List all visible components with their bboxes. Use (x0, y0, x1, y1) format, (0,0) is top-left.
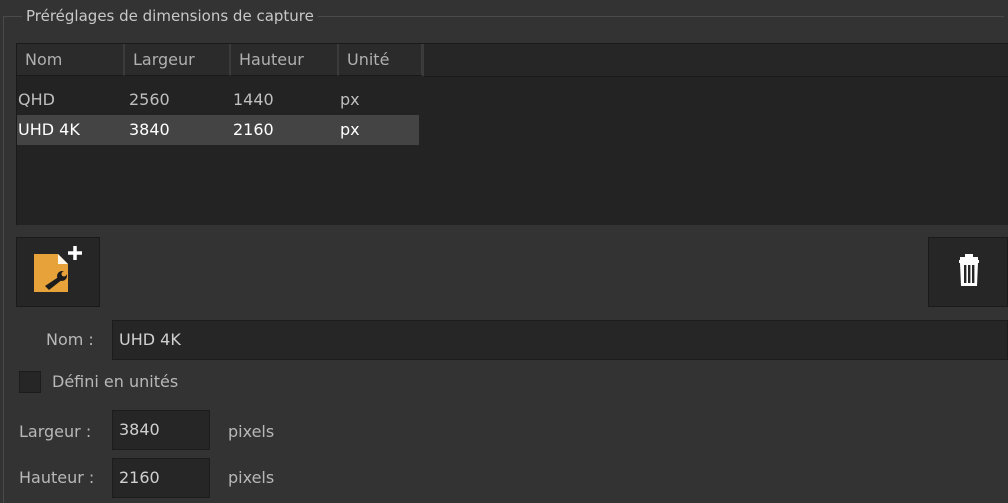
list-row-qhd[interactable]: QHD 2560 1440 px (17, 85, 419, 115)
cell-hauteur: 1440 (233, 90, 274, 109)
height-label: Hauteur : (19, 468, 95, 487)
add-preset-button[interactable] (16, 237, 100, 307)
presets-list[interactable]: Nom Largeur Hauteur Unité QHD 2560 1440 … (16, 43, 1008, 225)
column-header-nom[interactable]: Nom (17, 44, 125, 76)
column-header-unite[interactable]: Unité (339, 44, 423, 76)
cell-nom: QHD (18, 90, 55, 109)
cell-unite: px (340, 120, 360, 139)
cell-unite: px (340, 90, 360, 109)
units-checkbox-label[interactable]: Défini en unités (52, 372, 178, 392)
column-header-largeur[interactable]: Largeur (125, 44, 231, 76)
width-field[interactable]: 3840 (112, 410, 210, 450)
height-field[interactable]: 2160 (112, 458, 210, 498)
column-header-filler (423, 44, 1008, 77)
cell-largeur: 3840 (129, 120, 170, 139)
group-title: Préréglages de dimensions de capture (22, 6, 318, 26)
cell-nom: UHD 4K (18, 120, 80, 139)
trash-icon (959, 254, 979, 286)
delete-preset-button[interactable] (928, 237, 1008, 307)
name-label: Nom : (46, 330, 94, 349)
list-row-uhd-4k[interactable]: UHD 4K 3840 2160 px (17, 115, 419, 145)
height-unit-label: pixels (228, 468, 275, 487)
width-label: Largeur : (19, 422, 92, 441)
group-border-left (3, 16, 4, 503)
add-preset-icon (34, 246, 82, 292)
cell-largeur: 2560 (129, 90, 170, 109)
width-unit-label: pixels (228, 422, 275, 441)
units-checkbox[interactable] (19, 371, 41, 393)
cell-hauteur: 2160 (233, 120, 274, 139)
name-field[interactable]: UHD 4K (112, 320, 1008, 360)
column-header-hauteur[interactable]: Hauteur (231, 44, 339, 76)
